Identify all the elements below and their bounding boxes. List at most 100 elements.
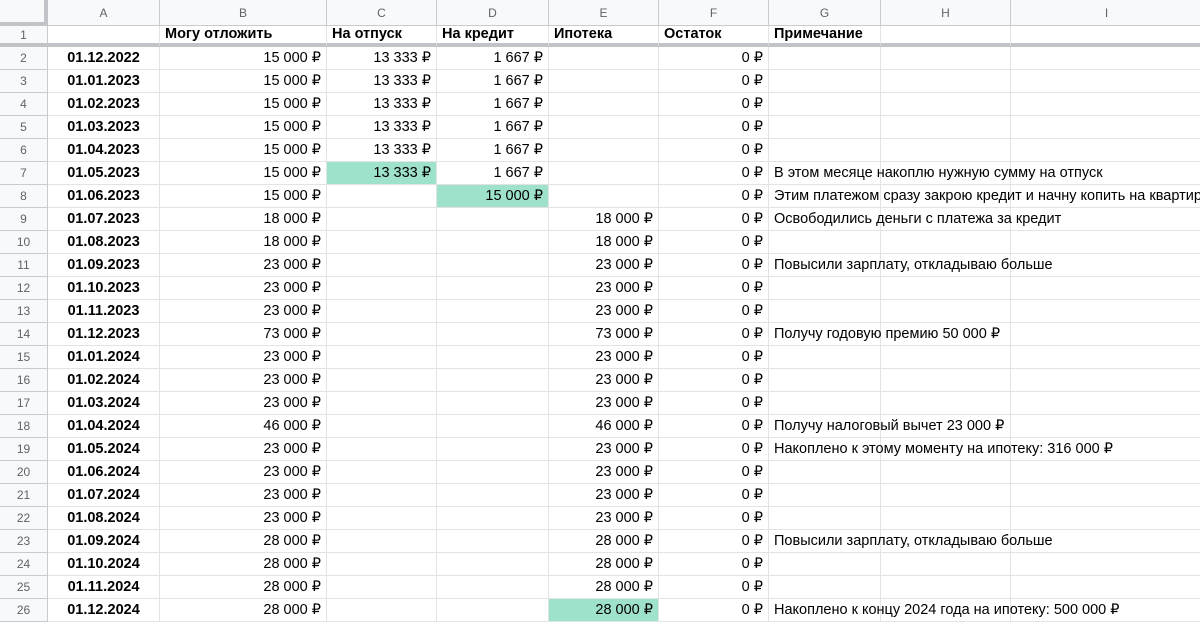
note-cell[interactable]: Получу налоговый вычет 23 000 ₽ [769,415,1004,438]
mortgage-cell[interactable] [549,185,659,208]
date-cell[interactable]: 01.07.2024 [48,484,160,507]
note-cell[interactable]: Освободились деньги с платежа за кредит [769,208,1061,231]
note-cell[interactable]: Накоплено к концу 2024 года на ипотеку: … [769,599,1120,622]
loan-cell[interactable]: 1 667 ₽ [437,139,549,162]
date-cell[interactable]: 01.12.2024 [48,599,160,622]
loan-cell[interactable] [437,254,549,277]
loan-cell[interactable]: 1 667 ₽ [437,47,549,70]
column-header-g[interactable]: G [769,0,881,26]
column-header-i[interactable]: I [1011,0,1200,26]
date-cell[interactable]: 01.06.2023 [48,185,160,208]
empty-cell-h[interactable] [881,231,1011,254]
remainder-cell[interactable]: 0 ₽ [659,553,769,576]
save-cell[interactable]: 23 000 ₽ [160,300,327,323]
save-cell[interactable]: 23 000 ₽ [160,484,327,507]
row-header-6[interactable]: 6 [0,139,48,162]
vacation-cell[interactable] [327,392,437,415]
remainder-cell[interactable]: 0 ₽ [659,185,769,208]
save-cell[interactable]: 23 000 ₽ [160,346,327,369]
empty-cell-h[interactable] [881,93,1011,116]
mortgage-cell[interactable]: 46 000 ₽ [549,415,659,438]
note-cell[interactable] [769,576,881,599]
save-cell[interactable]: 23 000 ₽ [160,369,327,392]
mortgage-cell[interactable]: 28 000 ₽ [549,553,659,576]
row-header-1[interactable]: 1 [0,26,48,47]
mortgage-cell[interactable]: 23 000 ₽ [549,438,659,461]
note-cell[interactable] [769,70,881,93]
row-header-17[interactable]: 17 [0,392,48,415]
loan-cell[interactable] [437,599,549,622]
empty-cell-i[interactable] [1011,300,1200,323]
save-cell[interactable]: 28 000 ₽ [160,576,327,599]
mortgage-cell[interactable]: 23 000 ₽ [549,369,659,392]
row-header-7[interactable]: 7 [0,162,48,185]
loan-cell[interactable] [437,507,549,530]
save-cell[interactable]: 73 000 ₽ [160,323,327,346]
note-cell[interactable]: Повысили зарплату, откладываю больше [769,530,1053,553]
loan-cell[interactable] [437,484,549,507]
mortgage-cell[interactable] [549,93,659,116]
remainder-cell[interactable]: 0 ₽ [659,231,769,254]
note-cell[interactable] [769,346,881,369]
loan-cell[interactable]: 1 667 ₽ [437,93,549,116]
mortgage-cell[interactable]: 28 000 ₽ [549,576,659,599]
save-cell[interactable]: 15 000 ₽ [160,70,327,93]
mortgage-cell[interactable]: 23 000 ₽ [549,254,659,277]
column-header-f[interactable]: F [659,0,769,26]
row-header-4[interactable]: 4 [0,93,48,116]
row-header-15[interactable]: 15 [0,346,48,369]
note-cell[interactable] [769,553,881,576]
loan-cell[interactable]: 15 000 ₽ [437,185,549,208]
remainder-cell[interactable]: 0 ₽ [659,369,769,392]
row-header-21[interactable]: 21 [0,484,48,507]
vacation-cell[interactable]: 13 333 ₽ [327,70,437,93]
column-header-d[interactable]: D [437,0,549,26]
loan-cell[interactable] [437,553,549,576]
note-cell[interactable] [769,484,881,507]
row-header-14[interactable]: 14 [0,323,48,346]
row-header-18[interactable]: 18 [0,415,48,438]
vacation-cell[interactable] [327,254,437,277]
mortgage-cell[interactable]: 23 000 ₽ [549,461,659,484]
remainder-cell[interactable]: 0 ₽ [659,599,769,622]
vacation-cell[interactable] [327,323,437,346]
remainder-cell[interactable]: 0 ₽ [659,70,769,93]
remainder-cell[interactable]: 0 ₽ [659,93,769,116]
header-cell-e[interactable]: Ипотека [549,26,659,47]
empty-cell-i[interactable] [1011,415,1200,438]
vacation-cell[interactable]: 13 333 ₽ [327,47,437,70]
note-cell[interactable] [769,93,881,116]
remainder-cell[interactable]: 0 ₽ [659,346,769,369]
empty-cell-i[interactable] [1011,369,1200,392]
row-header-10[interactable]: 10 [0,231,48,254]
row-header-2[interactable]: 2 [0,47,48,70]
header-cell-d[interactable]: На кредит [437,26,549,47]
column-header-e[interactable]: E [549,0,659,26]
vacation-cell[interactable] [327,484,437,507]
date-cell[interactable]: 01.10.2023 [48,277,160,300]
save-cell[interactable]: 23 000 ₽ [160,507,327,530]
header-cell-i[interactable] [1011,26,1200,47]
vacation-cell[interactable] [327,415,437,438]
save-cell[interactable]: 23 000 ₽ [160,438,327,461]
vacation-cell[interactable] [327,599,437,622]
date-cell[interactable]: 01.01.2023 [48,70,160,93]
mortgage-cell[interactable]: 18 000 ₽ [549,231,659,254]
date-cell[interactable]: 01.11.2023 [48,300,160,323]
date-cell[interactable]: 01.04.2024 [48,415,160,438]
vacation-cell[interactable]: 13 333 ₽ [327,162,437,185]
loan-cell[interactable] [437,300,549,323]
row-header-5[interactable]: 5 [0,116,48,139]
empty-cell-h[interactable] [881,70,1011,93]
note-cell[interactable] [769,231,881,254]
remainder-cell[interactable]: 0 ₽ [659,139,769,162]
date-cell[interactable]: 01.05.2023 [48,162,160,185]
vacation-cell[interactable] [327,438,437,461]
vacation-cell[interactable] [327,300,437,323]
vacation-cell[interactable] [327,530,437,553]
date-cell[interactable]: 01.06.2024 [48,461,160,484]
empty-cell-i[interactable] [1011,346,1200,369]
mortgage-cell[interactable]: 23 000 ₽ [549,392,659,415]
empty-cell-h[interactable] [881,300,1011,323]
vacation-cell[interactable] [327,369,437,392]
